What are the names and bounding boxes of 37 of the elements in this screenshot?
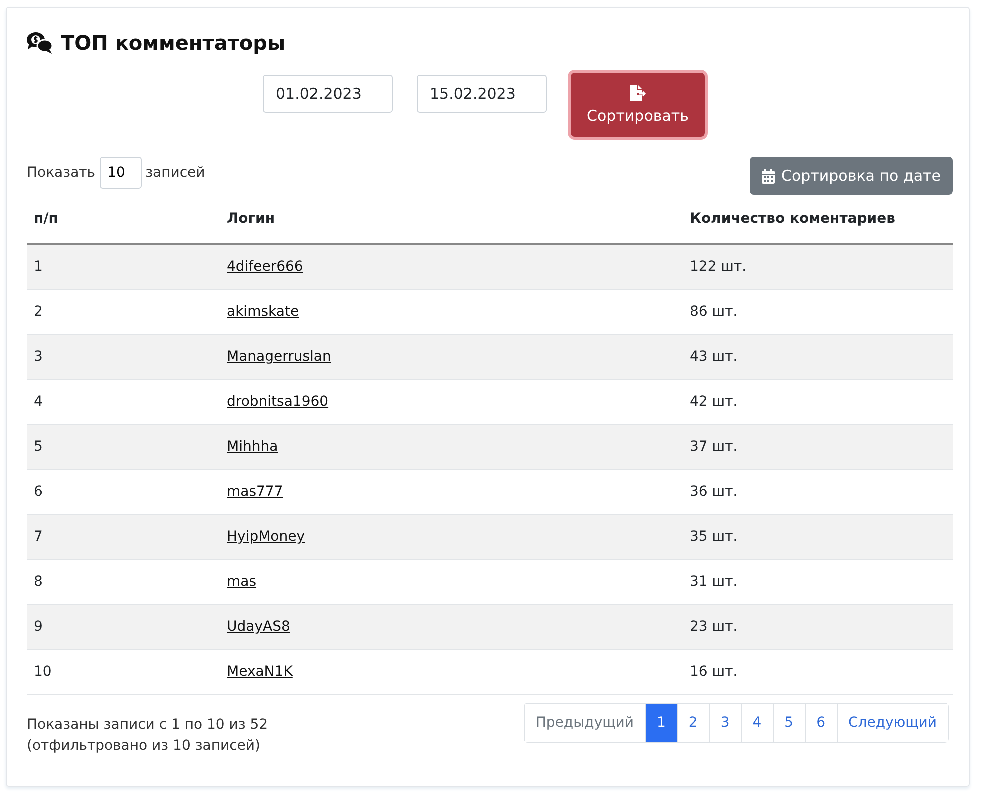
row-number-cell: 3 — [27, 334, 220, 380]
card-title: ТОП комментаторы — [61, 31, 286, 55]
login-link[interactable]: 4difeer666 — [227, 259, 304, 275]
show-label: Показать — [27, 165, 96, 181]
calendar-icon — [762, 168, 774, 184]
date-from-field[interactable]: 01.02.2023 — [263, 75, 393, 113]
comment-count-cell: 122 шт. — [683, 244, 953, 290]
entries-info-text: (отфильтровано из 10 записей) — [27, 738, 262, 754]
row-number-cell: 1 — [27, 244, 220, 290]
login-link[interactable]: drobnitsa1960 — [227, 394, 329, 410]
date-sort-button[interactable]: Сортировка по дате — [750, 157, 953, 195]
login-link[interactable]: MexaN1K — [227, 664, 293, 680]
comments-dollar-icon — [27, 32, 53, 54]
row-number-cell: 9 — [27, 604, 220, 650]
login-link[interactable]: mas777 — [227, 484, 284, 500]
page-length-field[interactable]: 10 — [100, 157, 142, 189]
login-link[interactable]: Mihhha — [227, 439, 278, 455]
row-number-cell: 10 — [27, 650, 220, 694]
next-page-button[interactable]: Следующий — [836, 704, 948, 742]
login-link[interactable]: mas — [227, 574, 257, 590]
comment-count-cell: 43 шт. — [683, 334, 953, 380]
date-to-field[interactable]: 15.02.2023 — [417, 75, 547, 113]
comment-count-cell: 23 шт. — [683, 604, 953, 650]
login-link[interactable]: Managerruslan — [227, 349, 332, 365]
comment-count-cell: 37 шт. — [683, 424, 953, 470]
login-link[interactable]: HyipMoney — [227, 529, 306, 545]
row-number-cell: 7 — [27, 514, 220, 560]
login-link[interactable]: akimskate — [227, 304, 300, 320]
comment-count-cell: 35 шт. — [683, 514, 953, 560]
entries-label: записей — [146, 165, 206, 181]
entries-info-text: Показаны записи с 1 по 10 из 52 — [27, 717, 268, 733]
comment-count-cell: 16 шт. — [683, 650, 953, 694]
page-button[interactable]: 1 — [644, 704, 677, 742]
row-number-cell: 5 — [27, 424, 220, 470]
login-link[interactable]: UdayAS8 — [227, 619, 290, 635]
file-export-icon — [628, 85, 648, 101]
sort-button[interactable]: Сортировать — [571, 73, 705, 137]
